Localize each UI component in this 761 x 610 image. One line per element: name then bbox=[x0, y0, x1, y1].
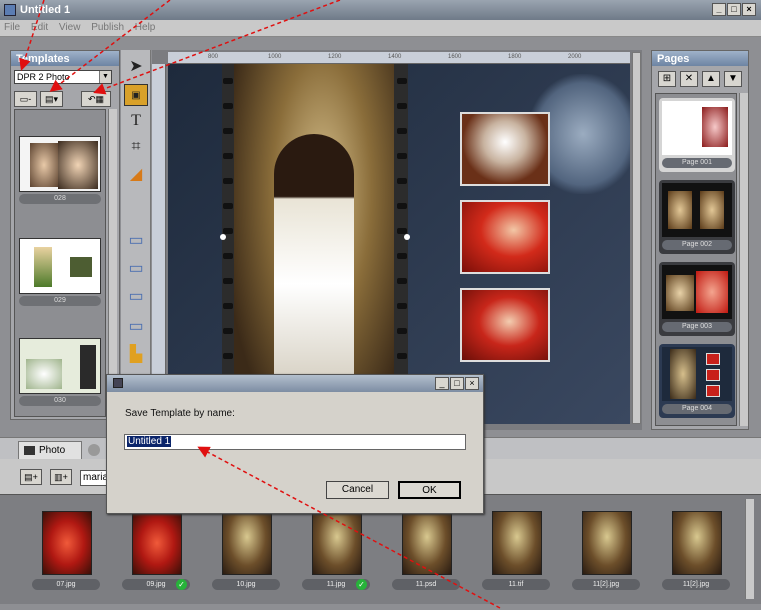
annotation-arrow bbox=[197, 446, 501, 609]
annotation-arrows bbox=[19, 0, 501, 609]
annotation-arrow bbox=[19, 0, 45, 71]
annotation-arrow bbox=[49, 0, 171, 92]
annotation-arrow bbox=[93, 0, 341, 95]
